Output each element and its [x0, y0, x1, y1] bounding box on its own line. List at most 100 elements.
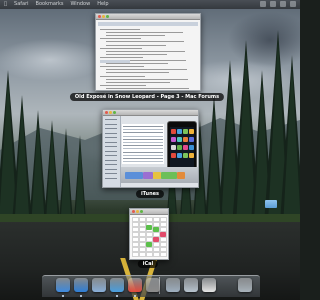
menu-item-app[interactable]: Safari: [14, 0, 29, 9]
ical-window-thumbnail[interactable]: [129, 208, 169, 260]
finder-icon[interactable]: [56, 278, 70, 292]
menu-item-help[interactable]: Help: [97, 0, 108, 9]
iphone-app-icon: [171, 129, 176, 134]
window-label-forum: Old Exposé in Snow Leopard - Page 3 - Ma…: [69, 93, 225, 101]
close-icon: [105, 111, 108, 114]
calendar-event: [146, 242, 152, 247]
menu-item-bookmarks[interactable]: Bookmarks: [36, 0, 64, 9]
calendar-cell: [146, 252, 153, 257]
iphone-app-icon: [189, 145, 194, 150]
track-row: [123, 151, 163, 153]
documents-stack-icon[interactable]: [202, 278, 216, 292]
zoom-icon: [140, 210, 143, 213]
spotlight-icon[interactable]: [290, 1, 296, 7]
iphone-app-icon: [183, 145, 188, 150]
applications-folder-icon[interactable]: [166, 278, 180, 292]
source-row: [105, 137, 117, 138]
close-icon: [98, 15, 101, 18]
window-label-ical: iCal: [137, 260, 159, 268]
downloads-folder-icon[interactable]: [184, 278, 198, 292]
forum-text-line: [106, 69, 187, 71]
forum-text-line: [100, 47, 142, 49]
minimize-icon: [109, 111, 112, 114]
iphone-app-icon: [177, 137, 182, 142]
iphone-app-icon: [171, 145, 176, 150]
menu-item-window[interactable]: Window: [70, 0, 90, 9]
menu-bar:  Safari Bookmarks Window Help: [0, 0, 300, 9]
clock-icon[interactable]: [280, 1, 286, 7]
iphone-app-icon: [177, 129, 182, 134]
apple-menu-icon[interactable]: : [4, 0, 7, 9]
ical-week-grid: [132, 217, 167, 257]
source-row: [105, 141, 117, 143]
track-row: [123, 161, 163, 163]
running-indicator: [80, 295, 82, 297]
track-row: [123, 158, 163, 159]
calendar-cell: [132, 252, 139, 257]
capacity-segment: [161, 172, 177, 179]
itunes-track-list: [122, 124, 164, 164]
forum-text-line: [100, 84, 146, 86]
iphone-app-icon: [171, 137, 176, 142]
forum-text-line: [106, 78, 188, 80]
forum-text-line: [100, 66, 144, 68]
itunes-window-thumbnail[interactable]: [102, 109, 199, 188]
forum-text-line: [106, 72, 169, 74]
forum-page-content: [96, 20, 200, 90]
running-indicator: [134, 295, 136, 297]
forum-text-line: [106, 63, 168, 65]
forum-text-line: [100, 38, 141, 40]
iphone-device-icon: [167, 121, 197, 173]
forum-text-line: [100, 75, 145, 77]
forum-text-line: [106, 35, 165, 37]
track-row: [123, 154, 163, 156]
itunes-icon[interactable]: [110, 278, 124, 292]
iphone-app-icon: [183, 129, 188, 134]
track-row: [123, 135, 163, 137]
menu-extras: [260, 1, 296, 7]
source-row: [105, 128, 117, 129]
trash-icon[interactable]: [238, 278, 252, 292]
minimize-icon: [102, 15, 105, 18]
forum-text-line: [106, 87, 189, 89]
forum-text-line: [100, 56, 143, 58]
track-row: [123, 132, 163, 134]
calendar-event: [146, 225, 152, 230]
iphone-app-icon: [177, 153, 182, 158]
track-row: [123, 148, 163, 150]
iphone-app-icon: [177, 145, 182, 150]
track-row: [123, 138, 163, 140]
iphone-app-icon: [189, 137, 194, 142]
capacity-segment: [153, 172, 161, 179]
iphone-screen: [170, 127, 194, 167]
track-row: [123, 126, 163, 127]
forum-text-line: [106, 44, 166, 46]
close-icon: [132, 210, 135, 213]
calendar-event: [153, 227, 159, 232]
iphone-app-icon: [171, 153, 176, 158]
forum-text-line: [106, 81, 170, 83]
calendar-cell: [153, 252, 160, 257]
iphone-app-icon: [189, 129, 194, 134]
mail-icon[interactable]: [92, 278, 106, 292]
source-row: [105, 164, 117, 165]
iphone-app-icon: [189, 153, 194, 158]
source-row: [105, 150, 117, 152]
ical-icon[interactable]: [128, 278, 142, 292]
itunes-capacity-bar: [121, 167, 198, 183]
zoom-icon: [113, 111, 116, 114]
source-row: [105, 159, 117, 161]
calendar-event: [153, 237, 159, 242]
safari-icon[interactable]: [74, 278, 88, 292]
wifi-icon[interactable]: [260, 1, 266, 7]
volume-icon[interactable]: [270, 1, 276, 7]
source-row: [105, 177, 117, 179]
forum-quote: [100, 60, 130, 63]
system-preferences-icon[interactable]: [146, 278, 160, 292]
safari-window-thumbnail[interactable]: [95, 13, 201, 91]
itunes-source-list: [103, 116, 121, 187]
running-indicator: [62, 295, 64, 297]
track-row: [123, 129, 163, 131]
source-row: [105, 123, 117, 125]
desktop-folder-icon[interactable]: [265, 200, 277, 208]
